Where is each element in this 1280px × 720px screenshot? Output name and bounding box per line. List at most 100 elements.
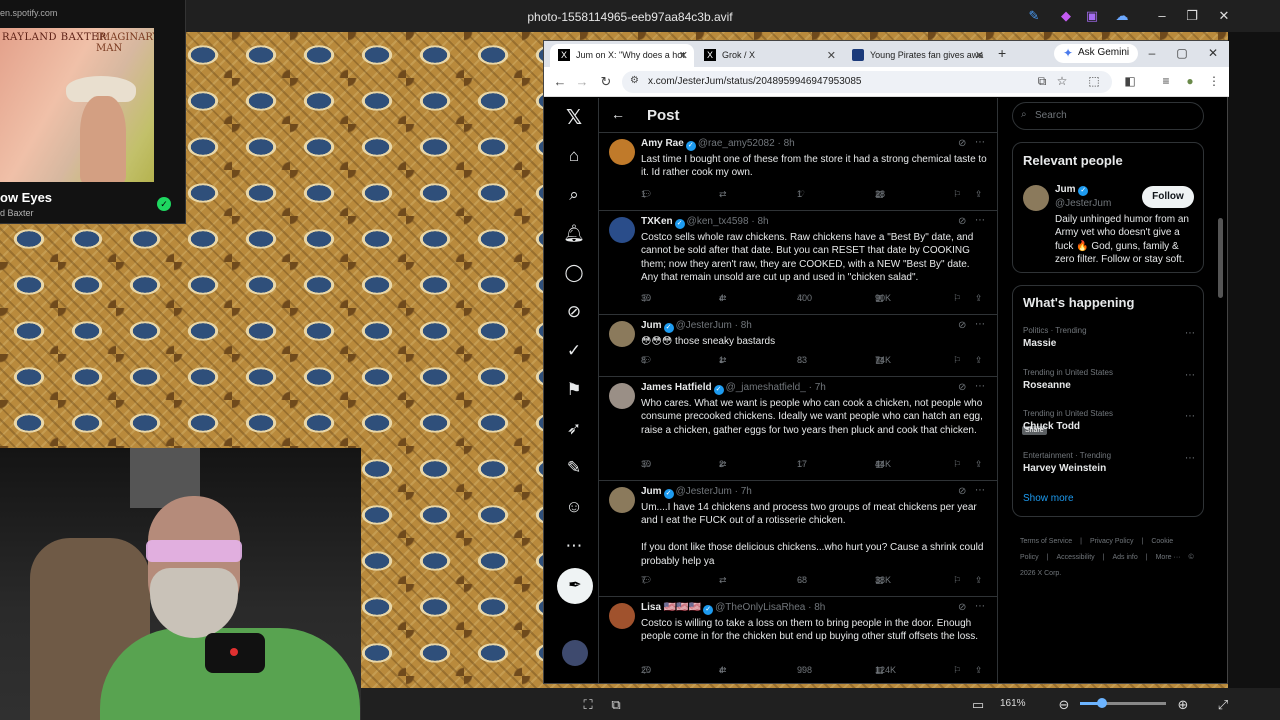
tweet-author[interactable]: Lisa 🇺🇸🇺🇸🇺🇸 bbox=[641, 602, 701, 613]
footer-link[interactable]: Privacy Policy bbox=[1090, 538, 1134, 545]
grok-icon[interactable]: ⊘ bbox=[958, 320, 966, 331]
trend-item[interactable]: Trending in United States Roseanne ⋯ bbox=[1023, 368, 1199, 391]
tweet-handle[interactable]: @rae_amy52082 bbox=[698, 138, 775, 149]
trend-item[interactable]: Trending in United States Chuck Todd ⋯ bbox=[1023, 409, 1199, 432]
avatar[interactable] bbox=[609, 217, 635, 243]
minimize-icon[interactable]: – bbox=[1152, 8, 1172, 23]
maximize-icon[interactable]: ❐ bbox=[1182, 8, 1202, 24]
articles-icon[interactable]: ✎ bbox=[562, 456, 586, 480]
more-icon[interactable]: ⋯ bbox=[975, 137, 985, 148]
grok-icon[interactable]: ⊘ bbox=[562, 300, 586, 324]
tweet-handle[interactable]: @JesterJum bbox=[676, 486, 732, 497]
trend-item[interactable]: Politics · Trending Massie ⋯ bbox=[1023, 326, 1199, 349]
tweet-time[interactable]: 8h bbox=[784, 138, 795, 149]
home-icon[interactable]: ⌂ bbox=[562, 144, 586, 168]
compose-post-button[interactable]: ✒ bbox=[557, 568, 593, 604]
jobs-icon[interactable]: ➶ bbox=[562, 417, 586, 441]
tweet[interactable]: James Hatfield ✓ @_jameshatfield_ · 7h ⊘ ⋯ Wh… bbox=[599, 376, 997, 480]
tweet[interactable]: Lisa 🇺🇸🇺🇸🇺🇸 ✓ @TheOnlyLisaRhea · 8h ⊘ ⋯ Costc… bbox=[599, 596, 997, 683]
profile-icon[interactable]: ☺ bbox=[562, 495, 586, 519]
more-icon[interactable]: ⋯ bbox=[562, 534, 586, 558]
new-tab-icon[interactable]: + bbox=[998, 45, 1006, 61]
footer-link[interactable]: Ads info bbox=[1112, 554, 1137, 561]
footer-link[interactable]: Terms of Service bbox=[1020, 538, 1072, 545]
cloud-icon[interactable]: ☁ bbox=[1112, 8, 1132, 24]
reload-icon[interactable]: ↻ bbox=[598, 74, 614, 90]
grok-icon[interactable]: ⊘ bbox=[958, 216, 966, 227]
zoom-slider-knob[interactable] bbox=[1096, 698, 1107, 708]
tweet-author[interactable]: Jum bbox=[641, 320, 662, 331]
avatar[interactable] bbox=[609, 139, 635, 165]
more-icon[interactable]: ⋯ bbox=[975, 319, 985, 330]
tweet[interactable]: TXKen ✓ @ken_tx4598 · 8h ⊘ ⋯ Costco sells who… bbox=[599, 210, 997, 314]
avatar[interactable] bbox=[609, 487, 635, 513]
minimize-icon[interactable]: – bbox=[1144, 46, 1160, 60]
tweet-author[interactable]: James Hatfield bbox=[641, 382, 712, 393]
fit-icon[interactable]: ▭ bbox=[968, 697, 988, 713]
site-info-icon[interactable]: ⚙ bbox=[630, 75, 639, 86]
avatar[interactable] bbox=[1023, 185, 1049, 211]
tab-grok[interactable]: X Grok / X ✕ bbox=[696, 44, 842, 67]
close-tab-icon[interactable]: ✕ bbox=[679, 49, 688, 62]
tweet-time[interactable]: 8h bbox=[741, 320, 752, 331]
tweet-author[interactable]: Jum bbox=[641, 486, 662, 497]
bookmarks-icon[interactable]: ⚑ bbox=[562, 378, 586, 402]
grok-icon[interactable]: ⊘ bbox=[958, 486, 966, 497]
crop-icon[interactable]: ⛶ bbox=[578, 697, 598, 713]
show-more-link[interactable]: Show more bbox=[1023, 493, 1074, 504]
sidepanel-icon[interactable]: ◧ bbox=[1122, 74, 1138, 88]
more-icon[interactable]: ⋯ bbox=[975, 381, 985, 392]
extensions-icon[interactable]: ⬚ bbox=[1086, 74, 1102, 88]
account-avatar[interactable] bbox=[562, 640, 588, 666]
tweet-time[interactable]: 7h bbox=[815, 382, 826, 393]
more-icon[interactable]: ⋯ bbox=[975, 601, 985, 612]
more-icon[interactable]: ⋯ bbox=[1185, 370, 1195, 381]
tweet-time[interactable]: 8h bbox=[814, 602, 825, 613]
avatar[interactable] bbox=[609, 603, 635, 629]
zoom-out-icon[interactable]: ⊖ bbox=[1054, 697, 1074, 713]
messages-icon[interactable]: ◯ bbox=[562, 261, 586, 285]
zoom-in-icon[interactable]: ⊕ bbox=[1173, 697, 1193, 713]
edit-icon[interactable]: ✎ bbox=[1024, 8, 1044, 24]
tweet-time[interactable]: 7h bbox=[741, 486, 752, 497]
relevant-name[interactable]: Jum ✓ bbox=[1055, 184, 1089, 196]
x-logo-icon[interactable]: 𝕏 bbox=[562, 106, 586, 130]
page-scrollbar[interactable] bbox=[1218, 218, 1223, 298]
footer-link[interactable]: Accessibility bbox=[1057, 554, 1095, 561]
more-icon[interactable]: ⋯ bbox=[975, 485, 985, 496]
close-icon[interactable]: ✕ bbox=[1214, 8, 1234, 24]
close-tab-icon[interactable]: ✕ bbox=[827, 49, 836, 62]
grok-icon[interactable]: ⊘ bbox=[958, 138, 966, 149]
tweet-author[interactable]: TXKen bbox=[641, 216, 673, 227]
tab-jum-post[interactable]: X Jum on X: "Why does a hot ✕ bbox=[550, 44, 694, 67]
tweet-author[interactable]: Amy Rae bbox=[641, 138, 684, 149]
footer-link[interactable]: More ··· bbox=[1156, 554, 1181, 561]
tweet-handle[interactable]: @JesterJum bbox=[676, 320, 732, 331]
more-icon[interactable]: ⋯ bbox=[1185, 411, 1195, 422]
saved-check-icon[interactable]: ✓ bbox=[157, 197, 171, 211]
forward-icon[interactable]: → bbox=[574, 74, 590, 89]
avatar[interactable] bbox=[609, 383, 635, 409]
tweet-handle[interactable]: @_jameshatfield_ bbox=[726, 382, 806, 393]
more-icon[interactable]: ⋯ bbox=[975, 215, 985, 226]
tab-pirates[interactable]: Young Pirates fan gives awa ✕ bbox=[844, 44, 990, 67]
back-icon[interactable]: ← bbox=[552, 74, 568, 89]
notifications-icon[interactable]: 🔔︎ bbox=[562, 222, 586, 246]
grok-icon[interactable]: ⊘ bbox=[958, 382, 966, 393]
search-input[interactable]: ⌕ Search bbox=[1012, 102, 1204, 130]
follow-button[interactable]: Follow bbox=[1142, 186, 1194, 208]
tweet-handle[interactable]: @TheOnlyLisaRhea bbox=[715, 602, 805, 613]
avatar[interactable] bbox=[609, 321, 635, 347]
tweet[interactable]: Jum ✓ @JesterJum · 7h ⊘ ⋯ Um....I have 14 chi… bbox=[599, 480, 997, 596]
close-tab-icon[interactable]: ✕ bbox=[975, 49, 984, 62]
bookmark-star-icon[interactable]: ☆ bbox=[1054, 74, 1070, 88]
trend-item[interactable]: Entertainment · Trending Harvey Weinstein… bbox=[1023, 451, 1199, 474]
video-icon[interactable]: ▣ bbox=[1082, 8, 1102, 24]
menu-icon[interactable]: ⋮ bbox=[1206, 74, 1222, 88]
premium-icon[interactable]: ✓ bbox=[562, 339, 586, 363]
maximize-icon[interactable]: ▢ bbox=[1174, 46, 1190, 60]
grok-icon[interactable]: ⊘ bbox=[958, 602, 966, 613]
more-icon[interactable]: ⋯ bbox=[1185, 453, 1195, 464]
tweet-time[interactable]: 8h bbox=[757, 216, 768, 227]
close-icon[interactable]: ✕ bbox=[1205, 46, 1221, 60]
